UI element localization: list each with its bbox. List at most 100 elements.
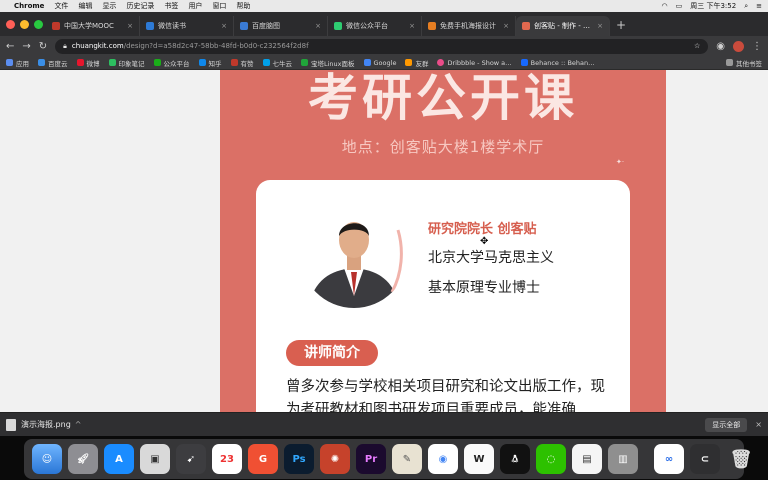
tab-close-icon[interactable]: ×	[597, 22, 603, 30]
cloud-icon	[38, 59, 45, 66]
bookmark-apps[interactable]: 应用	[6, 58, 29, 68]
bookmark-dribbble[interactable]: Dribbble - Show a…	[437, 59, 512, 67]
wechat-icon[interactable]: ◌	[536, 444, 566, 474]
app-store-icon[interactable]: A	[104, 444, 134, 474]
close-icon[interactable]: ×	[755, 420, 762, 429]
git-icon[interactable]: G	[248, 444, 278, 474]
menu-bookmarks[interactable]: 书签	[164, 1, 178, 11]
menu-clock[interactable]: 周三 下午3:52	[690, 1, 736, 11]
menu-window[interactable]: 窗口	[212, 1, 226, 11]
bookmark-youqun[interactable]: 友群	[405, 58, 428, 68]
bt-panel-icon	[301, 59, 308, 66]
bookmark-bt[interactable]: 宝塔Linux面板	[301, 58, 355, 68]
premiere-icon[interactable]: Pr	[356, 444, 386, 474]
tab-title: 微信公众平台	[346, 22, 388, 30]
tab-naotu[interactable]: 百度脑图 ×	[234, 16, 328, 36]
dock: ☺ 🚀︎ A ▣ ➹ 23 G Ps ✺ Pr ✎ ◉ W 🐧︎ ◌ ▤ ▥ ∞…	[24, 439, 752, 479]
bookmark-weibo[interactable]: 微博	[76, 58, 100, 68]
tab-poster-design[interactable]: 免费手机海报设计 ×	[422, 16, 516, 36]
books-icon[interactable]: ▤	[572, 444, 602, 474]
extension-icon[interactable]: ◉	[716, 41, 725, 52]
menu-view[interactable]: 显示	[102, 1, 116, 11]
tab-close-icon[interactable]: ×	[315, 22, 321, 30]
menu-people[interactable]: 用户	[188, 1, 202, 11]
bookmark-baiduyun[interactable]: 百度云	[38, 58, 68, 68]
tab-favicon-icon	[522, 22, 530, 30]
back-icon[interactable]: ←	[6, 41, 14, 52]
photoshop-icon[interactable]: Ps	[284, 444, 314, 474]
tab-chuangkit[interactable]: 创客贴 - 制作 - 设计共 ×	[516, 16, 610, 36]
new-tab-button[interactable]: +	[610, 18, 632, 36]
tab-close-icon[interactable]: ×	[409, 22, 415, 30]
poster-title[interactable]: 考研公开课	[220, 70, 666, 130]
preview-icon[interactable]: ▣	[140, 444, 170, 474]
battery-icon[interactable]: ▭	[676, 2, 683, 10]
chrome-icon[interactable]: ◉	[428, 444, 458, 474]
dribbble-icon	[437, 59, 445, 66]
tab-title: 微信读书	[158, 22, 186, 30]
speaker-portrait[interactable]	[300, 200, 408, 308]
speaker-card[interactable]: 研究院院长 创客贴 北京大学马克思主义 基本原理专业博士 ✥ 讲师简介 曾多次参…	[256, 180, 630, 412]
poster-location[interactable]: 地点：创客贴大楼1楼学术厅	[220, 136, 666, 157]
star-icon[interactable]: ☆	[694, 42, 700, 50]
qq-icon[interactable]: 🐧︎	[500, 444, 530, 474]
calendar-icon[interactable]: 23	[212, 444, 242, 474]
address-bar[interactable]: 🔒︎ chuangkit.com/design?d=a58d2c47-58bb-…	[55, 38, 709, 54]
bookmark-other[interactable]: 其他书签	[726, 58, 762, 68]
tab-favicon-icon	[428, 22, 436, 30]
tab-wechat-mp[interactable]: 微信公众平台 ×	[328, 16, 422, 36]
speaker-credential-line-2[interactable]: 基本原理专业博士	[428, 277, 554, 297]
youqun-icon	[405, 59, 413, 66]
reload-icon[interactable]: ↻	[39, 41, 47, 52]
keynote-icon[interactable]: ▥	[608, 444, 638, 474]
zoom-window-button[interactable]	[34, 20, 43, 29]
bookmark-qiniu[interactable]: 七牛云	[262, 58, 292, 68]
tab-close-icon[interactable]: ×	[503, 22, 509, 30]
menu-app-name[interactable]: Chrome	[14, 2, 44, 10]
menu-edit[interactable]: 编辑	[78, 1, 92, 11]
word-icon[interactable]: W	[464, 444, 494, 474]
search-icon[interactable]: ⌕	[744, 2, 748, 11]
scrollbar-icon[interactable]: ⊂	[690, 444, 720, 474]
show-all-button[interactable]: 显示全部	[705, 417, 748, 432]
speaker-credential-line-1[interactable]: 北京大学马克思主义	[428, 247, 554, 267]
decoration-icon: ✦·	[616, 158, 625, 166]
speaker-role[interactable]: 研究院院长 创客贴	[428, 218, 554, 237]
tab-close-icon[interactable]: ×	[127, 22, 133, 30]
forward-icon[interactable]: →	[22, 41, 30, 52]
close-window-button[interactable]	[6, 20, 15, 29]
speaker-info: 研究院院长 创客贴 北京大学马克思主义 基本原理专业博士	[428, 218, 554, 297]
move-cursor-icon: ✥	[480, 236, 489, 247]
davinci-icon[interactable]: ✺	[320, 444, 350, 474]
trash-icon[interactable]: 🗑︎	[726, 444, 756, 474]
poster[interactable]: 考研公开课 地点：创客贴大楼1楼学术厅 ✦· 研究院院长 创客贴 北京大学马克思…	[220, 70, 666, 412]
tab-weread[interactable]: 微信读书 ×	[140, 16, 234, 36]
bookmark-behance[interactable]: Behance :: Behan…	[520, 59, 595, 67]
more-menu-icon[interactable]: ⋮	[752, 41, 762, 52]
menu-list-icon[interactable]: ≡	[756, 2, 762, 10]
menu-file[interactable]: 文件	[54, 1, 68, 11]
download-bar: 演示海报.png ^ 显示全部 ×	[0, 412, 768, 436]
script-editor-icon[interactable]: ✎	[392, 444, 422, 474]
tab-close-icon[interactable]: ×	[221, 22, 227, 30]
menu-history[interactable]: 历史记录	[126, 1, 154, 11]
window-controls	[6, 20, 43, 29]
intro-label[interactable]: 讲师简介	[286, 340, 378, 366]
chevron-up-icon[interactable]: ^	[75, 420, 82, 429]
bookmark-mp[interactable]: 公众平台	[153, 58, 190, 68]
launchpad-icon[interactable]: 🚀︎	[68, 444, 98, 474]
baidu-netdisk-icon[interactable]: ∞	[654, 444, 684, 474]
menu-help[interactable]: 帮助	[236, 1, 250, 11]
bookmark-youzan[interactable]: 有赞	[230, 58, 254, 68]
bookmark-evernote[interactable]: 印象笔记	[108, 58, 145, 68]
finder-icon[interactable]: ☺	[32, 444, 62, 474]
bookmark-zhihu[interactable]: 知乎	[198, 58, 222, 68]
tab-mooc[interactable]: 中国大学MOOC ×	[46, 16, 140, 36]
download-filename[interactable]: 演示海报.png	[21, 419, 71, 430]
speaker-bio[interactable]: 曾多次参与学校相关项目研究和论文出版工作，现为考研教材和图书研发项目重要成员，能…	[286, 376, 616, 412]
profile-avatar[interactable]	[733, 40, 744, 52]
minimize-window-button[interactable]	[20, 20, 29, 29]
wifi-icon[interactable]: ◠	[662, 2, 668, 10]
bookmark-google[interactable]: Google	[363, 59, 396, 67]
rocket-icon[interactable]: ➹	[176, 444, 206, 474]
